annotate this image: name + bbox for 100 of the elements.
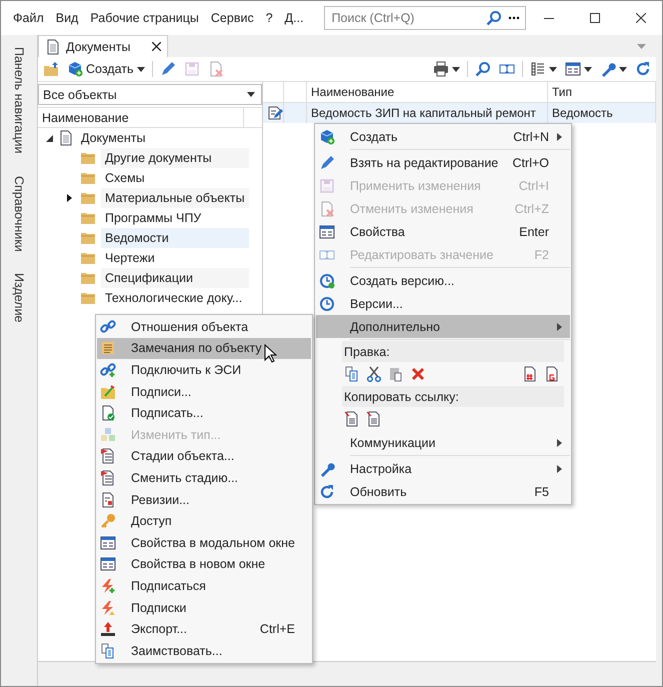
pencil-icon (160, 61, 176, 77)
caret-icon (247, 92, 255, 97)
cube-plus-icon (319, 128, 335, 144)
collapsed-triangle-icon[interactable] (66, 194, 72, 202)
menu-item[interactable]: Заимствовать... (97, 640, 311, 662)
table-row[interactable]: Ведомость ЗИП на капитальный ремонт Ведомость (263, 103, 656, 123)
menu-item[interactable]: Замечания по объекту (97, 338, 311, 360)
upload-icon (100, 621, 116, 638)
document-check-icon (100, 405, 116, 422)
menu-item[interactable]: Взять на редактирование Ctrl+O (316, 151, 570, 174)
tree-item[interactable]: Документы (77, 128, 225, 148)
search-button[interactable] (474, 61, 492, 77)
clock-plus-icon (319, 272, 335, 288)
menu-item[interactable]: Доступ (97, 510, 311, 532)
filter-dropdown[interactable]: Все объекты (38, 84, 262, 105)
close-icon[interactable] (152, 42, 161, 51)
tree-item[interactable]: Другие документы (101, 148, 249, 168)
menu-item[interactable]: Подключить к ЭСИ (97, 359, 311, 381)
column-header[interactable]: Тип (548, 82, 656, 102)
key-icon (100, 513, 116, 530)
menu-item[interactable]: Свойства в новом окне (97, 554, 311, 576)
paste-icon (388, 366, 404, 382)
document-cross-icon (208, 61, 224, 77)
menu-item[interactable]: Сменить стадию... (97, 467, 311, 489)
caret-icon (619, 66, 627, 72)
clock-icon (319, 296, 335, 312)
menu-item[interactable]: Стадии объекта... (97, 446, 311, 468)
menu-item[interactable]: ? (260, 11, 279, 25)
menu-item[interactable]: Подписаться (97, 575, 311, 597)
tree-item[interactable]: Схемы (101, 168, 249, 188)
menu-item[interactable]: Д... (278, 11, 310, 25)
form-icon (319, 224, 335, 240)
tree-item[interactable]: Ведомости (101, 228, 249, 248)
document-arrow-icon (344, 411, 360, 427)
folder-icon (78, 170, 98, 186)
cross-icon (410, 366, 426, 382)
folder-up-button[interactable] (42, 61, 60, 77)
menu-item[interactable]: Версии... (316, 292, 570, 315)
section-label: Копировать ссылку: (342, 386, 564, 407)
menu-item[interactable]: Дополнительно (316, 315, 570, 338)
columns-button[interactable] (529, 61, 558, 77)
menu-item[interactable]: Экспорт... Ctrl+E (97, 618, 311, 640)
menu-item[interactable]: Вид (50, 11, 84, 25)
menu-item[interactable]: Отношения объекта (97, 316, 311, 338)
menu-item[interactable]: Свойства в модальном окне (97, 532, 311, 554)
navigation-tab[interactable]: Изделие (12, 273, 26, 323)
document-arrow-p-icon (366, 411, 382, 427)
menu-item[interactable]: Сервис (204, 11, 260, 25)
folder-icon (78, 190, 98, 206)
flag-document-icon (100, 470, 116, 486)
scissors-icon (366, 366, 382, 382)
menu-item[interactable]: Создать версию... (316, 269, 570, 292)
properties-button[interactable] (564, 61, 593, 77)
tree-item[interactable]: Материальные объекты (101, 188, 249, 208)
tree-item[interactable]: Программы ЧПУ (101, 208, 249, 228)
print-button[interactable] (432, 61, 461, 77)
copy-icon (344, 366, 360, 382)
menu-item[interactable]: Создать Ctrl+N (316, 125, 570, 148)
menu-item[interactable]: Файл (7, 11, 50, 25)
document-tab[interactable]: Документы (38, 35, 168, 57)
printer-icon (433, 61, 449, 77)
column-header[interactable]: Наименование (38, 108, 244, 127)
form-icon (565, 61, 581, 77)
menu-item[interactable]: Подписать... (97, 402, 311, 424)
menu-item[interactable]: Подписи... (97, 380, 311, 402)
tree-item[interactable]: Технологические доку... (101, 288, 249, 308)
search-field[interactable]: Поиск (Ctrl+Q) (330, 10, 480, 26)
cube-plus-icon (67, 61, 83, 77)
column-header[interactable]: Наименование (307, 82, 548, 102)
wrench-icon (600, 61, 616, 77)
pencil-icon (319, 154, 335, 170)
folder-icon (78, 250, 98, 266)
lightning-icon (100, 600, 116, 616)
menu-item[interactable]: Обновить F5 (316, 480, 570, 503)
tree-item[interactable]: Чертежи (101, 248, 249, 268)
document-icon (58, 130, 74, 146)
navigation-tab[interactable]: Справочники (12, 176, 26, 252)
cursor-icon (264, 344, 277, 364)
navigation-tab[interactable]: Панель навигации (12, 47, 26, 154)
expanded-triangle-icon[interactable] (46, 134, 52, 142)
menu-item[interactable]: Ревизии... (97, 488, 311, 510)
menu-item[interactable]: Подписки (97, 596, 311, 618)
caret-icon (549, 66, 557, 72)
menu-item[interactable]: Свойства Enter (316, 220, 570, 243)
section-label: Правка: (342, 341, 564, 362)
edit-document-icon (267, 105, 283, 121)
refresh-button[interactable] (634, 61, 652, 77)
folder-icon (78, 150, 98, 166)
menu-item[interactable]: Коммуникации (316, 431, 570, 454)
search-box[interactable]: Поиск (Ctrl+Q) (324, 6, 526, 30)
lines-document-icon (100, 340, 116, 356)
menu-item[interactable]: Рабочие страницы (84, 11, 205, 25)
more-icon[interactable] (508, 16, 520, 20)
create-button[interactable]: Создать (66, 61, 146, 77)
menu-item[interactable]: Настройка (316, 457, 570, 480)
revision-document-icon (100, 492, 116, 508)
folder-icon (78, 290, 98, 306)
flag-document-icon (100, 448, 116, 464)
tree-item[interactable]: Спецификации (101, 268, 249, 288)
search-icon (475, 61, 491, 77)
